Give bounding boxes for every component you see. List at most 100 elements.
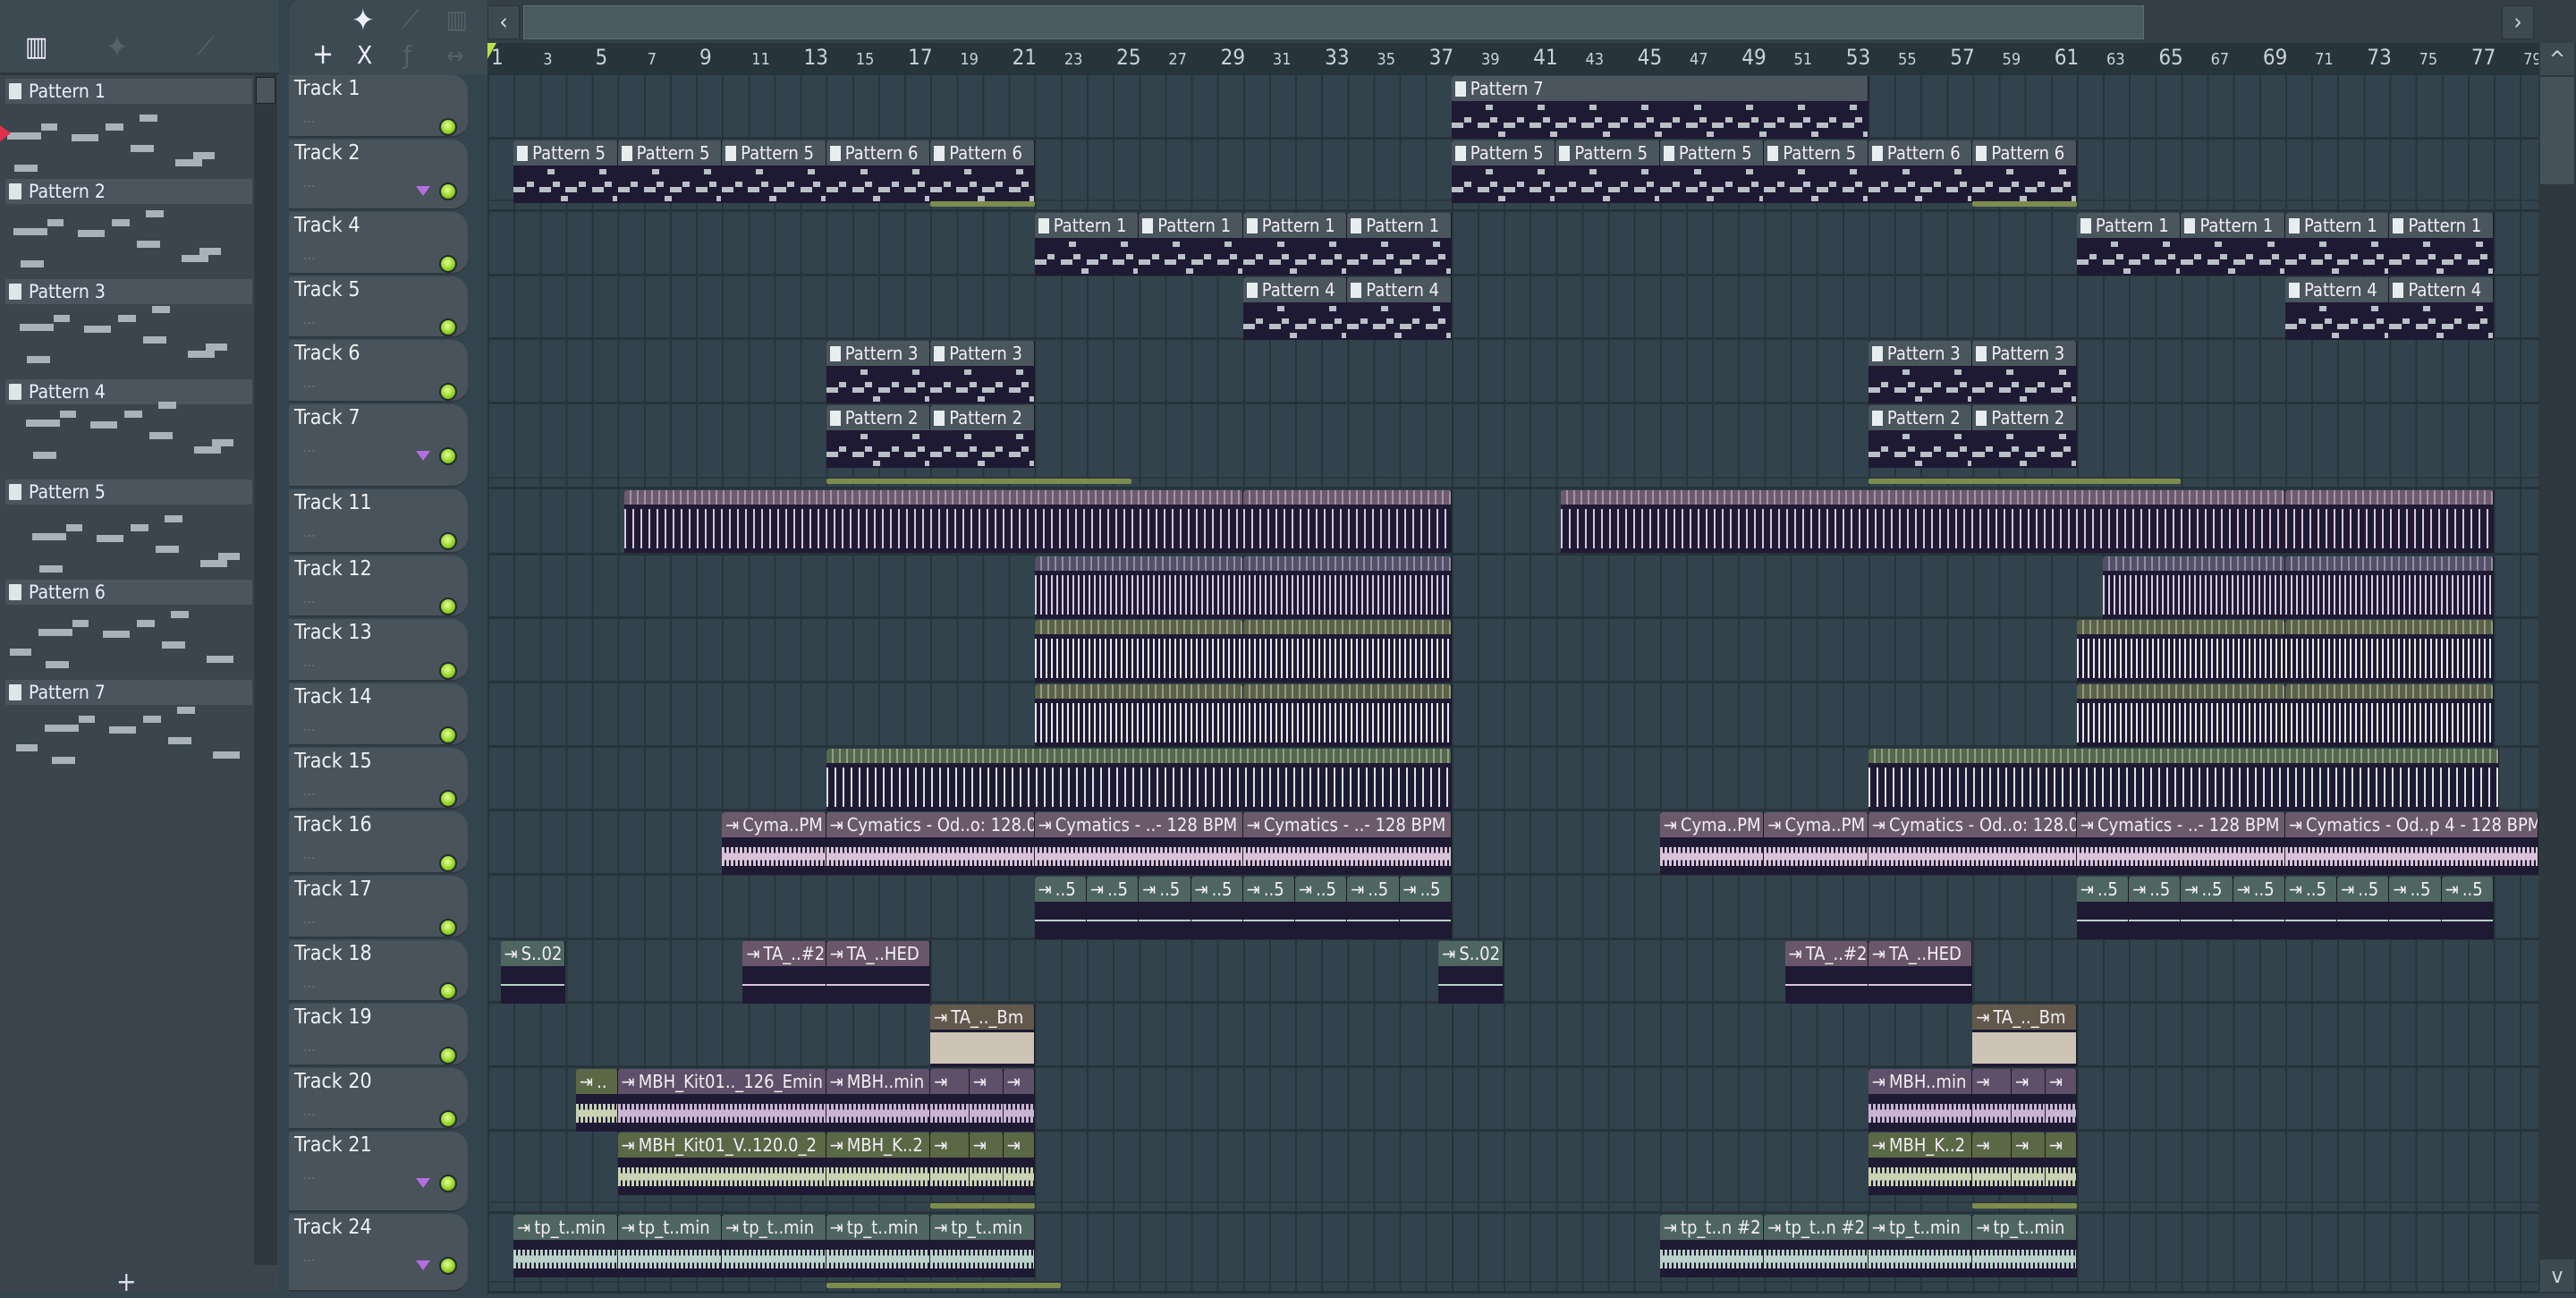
clip-header[interactable]: ⇥ — [1003, 1133, 1034, 1158]
track-mute-led[interactable] — [439, 447, 457, 465]
clip-header[interactable]: ⇥ ..5 — [1242, 877, 1295, 902]
track-mute-led[interactable] — [439, 255, 457, 273]
pattern-clip[interactable]: Pattern 5 — [722, 140, 826, 203]
audio-clip[interactable]: ⇥ TA_..#2 — [742, 941, 826, 1004]
clip-header[interactable]: ⇥ tp_t..min — [722, 1215, 826, 1240]
clip-header[interactable]: Pattern 1 — [2076, 213, 2181, 238]
track-options[interactable]: ... — [303, 109, 316, 126]
bar-number[interactable]: 17 — [908, 45, 932, 70]
audio-clip[interactable]: ⇥ MBH..min — [1868, 1069, 1973, 1132]
track-options[interactable]: ... — [303, 438, 316, 455]
pattern-clip[interactable]: Pattern 5 — [1764, 140, 1868, 203]
bar-number[interactable]: 61 — [2055, 45, 2079, 70]
bar-number[interactable]: 27 — [1168, 50, 1187, 69]
automation-lane-toggle-icon[interactable] — [416, 1260, 430, 1270]
audio-clip[interactable]: ⇥ — [2012, 1069, 2046, 1132]
audio-clip[interactable]: ⇥ ..5 — [2441, 877, 2494, 939]
audio-clip[interactable]: ⇥ ..5 — [1347, 877, 1400, 939]
audio-clip[interactable]: ⇥ — [969, 1133, 1004, 1195]
bar-number[interactable]: 29 — [1221, 45, 1245, 70]
clip-header[interactable]: ⇥ S..02 — [500, 941, 565, 966]
track-name[interactable]: Track 2 — [294, 141, 360, 165]
pattern-clip[interactable]: Pattern 2 — [1972, 405, 2077, 468]
track-options[interactable]: ... — [303, 653, 316, 670]
clip-header[interactable]: ⇥ — [930, 1133, 969, 1158]
clip-header[interactable]: ⇥ Cymatics - ..- 128 BPM — [2076, 812, 2284, 837]
clip-header[interactable]: ⇥ TA_..HED — [1868, 941, 1972, 966]
audio-clip[interactable]: ⇥ ..5 — [1399, 877, 1452, 939]
bar-number[interactable]: 51 — [1794, 50, 1813, 69]
track-header[interactable]: Track 1... — [289, 75, 468, 138]
track-name[interactable]: Track 19 — [294, 1005, 372, 1029]
clip-header[interactable]: ⇥ — [2012, 1133, 2045, 1158]
clip-header[interactable]: ⇥ ..5 — [1347, 877, 1399, 902]
track-name[interactable]: Track 21 — [294, 1133, 372, 1157]
audio-clip[interactable] — [1034, 556, 1243, 619]
clip-header[interactable]: ⇥ ..5 — [1034, 877, 1086, 902]
audio-clip[interactable]: ⇥ S..02 — [500, 941, 566, 1004]
clip-header[interactable]: ⇥ ..5 — [1399, 877, 1451, 902]
audio-clip[interactable] — [2284, 684, 2494, 747]
pattern-item[interactable]: Pattern 7 — [5, 680, 252, 780]
audio-clip[interactable]: ⇥ ..5 — [1295, 877, 1348, 939]
track-options[interactable]: ... — [303, 974, 316, 991]
bar-number[interactable]: 69 — [2263, 45, 2287, 70]
clip-header[interactable]: ⇥ ..5 — [1139, 877, 1191, 902]
automation-clip-icon[interactable]: ⟋ — [197, 34, 215, 59]
track-name[interactable]: Track 24 — [294, 1216, 372, 1239]
track-name[interactable]: Track 20 — [294, 1070, 372, 1093]
bar-number[interactable]: 71 — [2315, 50, 2334, 69]
bar-number[interactable]: 75 — [2419, 50, 2438, 69]
audio-clip[interactable] — [1868, 749, 2499, 811]
bar-number[interactable]: 53 — [1846, 45, 1870, 70]
pattern-clip[interactable]: Pattern 5 — [617, 140, 723, 203]
clip-header[interactable]: ⇥ ..5 — [2076, 877, 2129, 902]
clip-header[interactable]: ⇥ TA_..HED — [826, 941, 930, 966]
piano-roll-icon[interactable]: ▥ — [446, 7, 468, 32]
clip-header[interactable]: ⇥ tp_t..n #2 — [1764, 1215, 1868, 1240]
scroll-down-button[interactable]: v — [2540, 1260, 2574, 1292]
clip-header[interactable] — [1561, 490, 2284, 505]
track-header[interactable]: Track 24... — [289, 1214, 468, 1292]
track-mute-led[interactable] — [439, 919, 457, 937]
track-header[interactable]: Track 18... — [289, 940, 468, 1002]
track-name[interactable]: Track 13 — [294, 621, 372, 644]
pattern-item[interactable]: Pattern 1 — [0, 79, 252, 179]
track-name[interactable]: Track 17 — [294, 878, 372, 901]
bar-number[interactable]: 25 — [1116, 45, 1140, 70]
audio-clip[interactable]: ⇥ — [1972, 1133, 2012, 1195]
automation-icon[interactable]: ⟋ — [402, 7, 419, 32]
overview-strip[interactable] — [523, 5, 2144, 39]
clip-header[interactable] — [1242, 556, 1451, 571]
clip-header[interactable] — [1242, 490, 1451, 505]
audio-clip[interactable] — [2076, 684, 2285, 747]
track-name[interactable]: Track 1 — [294, 77, 360, 100]
pattern-clip[interactable]: Pattern 5 — [1451, 140, 1556, 203]
clip-header[interactable] — [2103, 556, 2284, 571]
audio-clip[interactable] — [1242, 490, 1452, 553]
clip-header[interactable]: Pattern 6 — [1972, 140, 2076, 165]
audio-clip[interactable] — [623, 490, 1243, 553]
audio-clip[interactable]: ⇥ — [1972, 1069, 2012, 1132]
track-mute-led[interactable] — [439, 854, 457, 872]
pattern-item-header[interactable]: Pattern 7 — [5, 680, 252, 705]
audio-clip[interactable]: ⇥ tp_t..min — [513, 1215, 618, 1277]
clip-header[interactable] — [2284, 490, 2493, 505]
track-name[interactable]: Track 6 — [294, 342, 360, 365]
clip-header[interactable]: ⇥ tp_t..min — [1868, 1215, 1972, 1240]
waveform-icon[interactable]: ✦ — [352, 5, 375, 36]
bar-number[interactable]: 1 — [491, 45, 504, 70]
scroll-left-button[interactable]: ‹ — [487, 5, 520, 39]
track-options[interactable]: ... — [303, 782, 316, 799]
pattern-clip[interactable]: Pattern 1 — [1034, 213, 1140, 276]
clip-header[interactable]: ⇥ ..5 — [2233, 877, 2284, 902]
track-name[interactable]: Track 5 — [294, 278, 360, 301]
clip-header[interactable]: ⇥ tp_t..min — [826, 1215, 930, 1240]
clip-header[interactable]: ⇥ ..5 — [2389, 877, 2441, 902]
audio-clip[interactable] — [1242, 620, 1452, 683]
audio-clip[interactable] — [2103, 556, 2285, 619]
track-name[interactable]: Track 11 — [294, 491, 372, 514]
clip-header[interactable]: Pattern 4 — [1347, 277, 1451, 302]
track-header[interactable]: Track 20... — [289, 1068, 468, 1130]
audio-clip[interactable]: ⇥ MBH_K..2 — [826, 1133, 931, 1195]
